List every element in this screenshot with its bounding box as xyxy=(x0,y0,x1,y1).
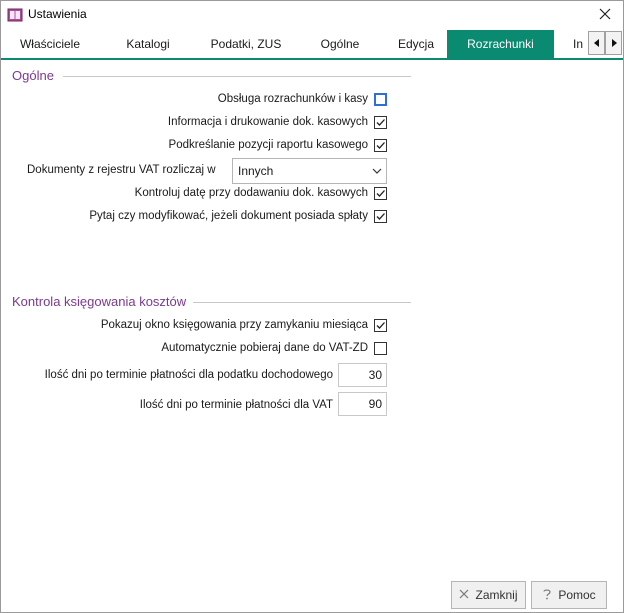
settings-window: Ustawienia Właściciele Katalogi Podatki,… xyxy=(0,0,624,613)
row-label-informacja: Informacja i drukowanie dok. kasowych xyxy=(167,116,368,128)
row-label-dni-vat: Ilość dni po terminie płatności dla VAT xyxy=(139,399,333,411)
row-label-automatycznie: Automatycznie pobieraj dane do VAT-ZD xyxy=(161,342,368,354)
checkbox-pokazuj-okno[interactable] xyxy=(374,319,387,332)
chevron-down-icon xyxy=(372,165,382,179)
dni-podatek-input[interactable]: 30 xyxy=(338,363,387,387)
zamknij-label: Zamknij xyxy=(475,588,518,602)
tab-rozrachunki[interactable]: Rozrachunki xyxy=(447,30,554,58)
select-value: Innych xyxy=(238,164,274,178)
tab-label: Katalogi xyxy=(126,37,170,51)
checkbox-informacja-drukowanie[interactable] xyxy=(374,116,387,129)
dni-podatek-value: 30 xyxy=(368,368,382,382)
dni-vat-input[interactable]: 90 xyxy=(338,392,387,416)
checkbox-kontroluj-date[interactable] xyxy=(374,187,387,200)
title-bar: Ustawienia xyxy=(1,1,623,29)
tab-scroll-left-button[interactable] xyxy=(588,31,605,55)
tab-podatki-zus[interactable]: Podatki, ZUS xyxy=(197,30,295,58)
tab-wlasciciele[interactable]: Właściciele xyxy=(1,30,99,58)
dokumenty-vat-select[interactable]: Innych xyxy=(232,158,387,184)
checkbox-obsluga-rozrachunkow[interactable] xyxy=(374,93,387,106)
close-window-button[interactable] xyxy=(587,1,623,29)
tab-label: Ogólne xyxy=(320,37,360,51)
zamknij-button[interactable]: Zamknij xyxy=(451,581,526,609)
tab-label: Podatki, ZUS xyxy=(210,37,282,51)
section-divider xyxy=(63,76,411,77)
triangle-right-icon xyxy=(611,36,617,50)
tab-scroll-right-button[interactable] xyxy=(605,31,622,55)
pomoc-button[interactable]: Pomoc xyxy=(531,581,607,609)
row-label-pokazuj-okno: Pokazuj okno księgowania przy zamykaniu … xyxy=(100,319,368,331)
triangle-left-icon xyxy=(593,36,600,50)
pomoc-label: Pomoc xyxy=(558,588,596,602)
tab-in[interactable]: In xyxy=(554,30,590,58)
checkbox-automatycznie-vat-zd[interactable] xyxy=(374,342,387,355)
close-icon xyxy=(459,588,469,602)
tab-edycja[interactable]: Edycja xyxy=(385,30,447,58)
tab-ogolne[interactable]: Ogólne xyxy=(295,30,385,58)
tab-label: Rozrachunki xyxy=(467,37,534,51)
question-icon xyxy=(542,588,552,603)
close-icon xyxy=(599,8,611,23)
window-title: Ustawienia xyxy=(28,7,87,21)
row-label-dni-podatek: Ilość dni po terminie płatności dla poda… xyxy=(44,369,333,381)
row-label-pytaj: Pytaj czy modyfikować, jeżeli dokument p… xyxy=(89,210,368,222)
section-title-ogolne: Ogólne xyxy=(12,68,54,83)
row-label-kontroluj-date: Kontroluj datę przy dodawaniu dok. kasow… xyxy=(134,187,368,199)
dni-vat-value: 90 xyxy=(368,397,382,411)
tab-label: In xyxy=(573,37,584,51)
book-icon xyxy=(7,7,23,23)
section-title-kontrola: Kontrola księgowania kosztów xyxy=(12,294,187,309)
row-label-podkreslanie: Podkreślanie pozycji raportu kasowego xyxy=(168,139,368,151)
checkbox-podkreslanie-pozycji[interactable] xyxy=(374,139,387,152)
section-divider xyxy=(193,302,411,303)
row-label-obsluga: Obsługa rozrachunków i kasy xyxy=(217,93,368,105)
select-label-dokumenty-vat: Dokumenty z rejestru VAT rozliczaj w xyxy=(27,164,216,176)
checkbox-pytaj-modyfikowac[interactable] xyxy=(374,210,387,223)
tab-bar: Właściciele Katalogi Podatki, ZUS Ogólne… xyxy=(1,30,623,60)
tab-label: Edycja xyxy=(397,37,435,51)
tab-katalogi[interactable]: Katalogi xyxy=(99,30,197,58)
tab-label: Właściciele xyxy=(19,37,80,51)
